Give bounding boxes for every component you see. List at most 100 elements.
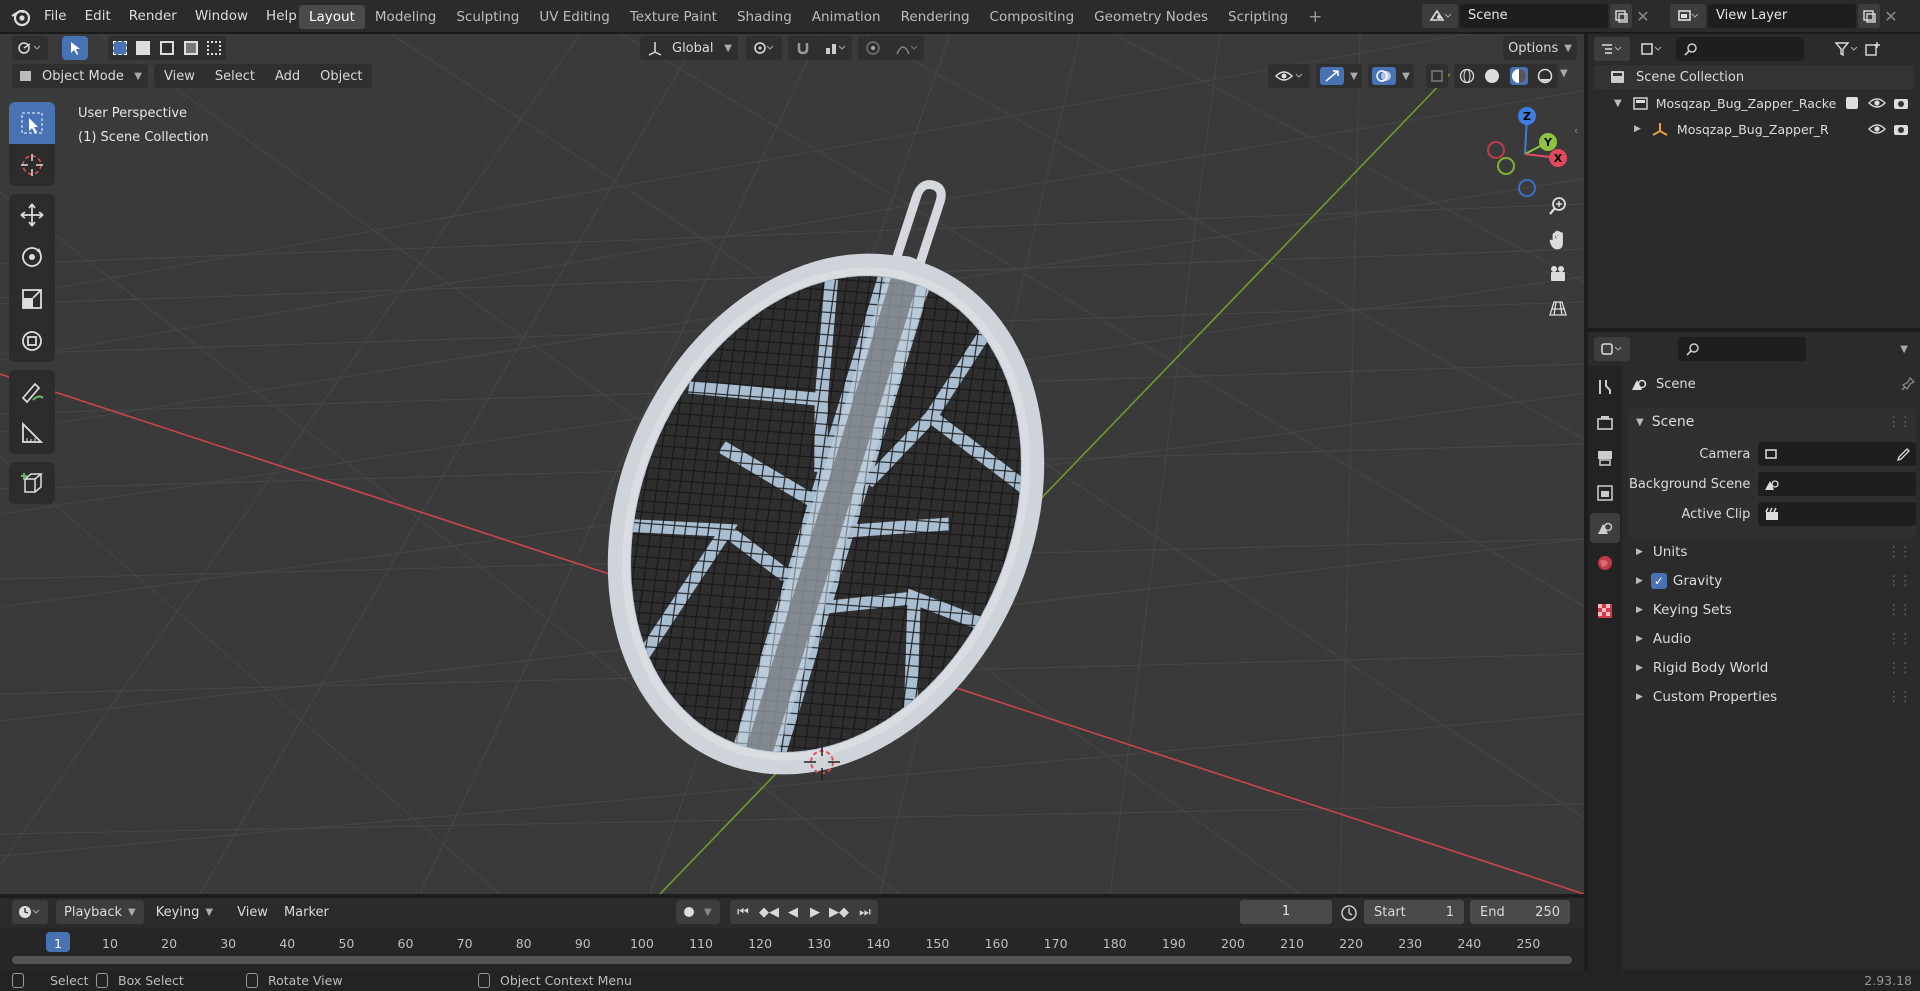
transform-tool-icon[interactable] [9, 320, 55, 362]
snap-target-icon[interactable] [824, 40, 846, 56]
outliner-item-object[interactable]: ▶ Mosqzap_Bug_Zapper_R [1594, 117, 1914, 141]
visibility-dropdown[interactable] [1268, 64, 1310, 88]
prev-keyframe-icon[interactable]: ◆◀ [756, 905, 782, 920]
section-keying-sets[interactable]: ▶ Keying Sets ⋮⋮ [1628, 596, 1916, 624]
scale-tool-icon[interactable] [9, 278, 55, 320]
camera-view-icon[interactable] [1542, 258, 1574, 290]
record-icon[interactable] [684, 907, 694, 917]
preview-range-clock-icon[interactable] [1340, 904, 1358, 922]
solid-shading-icon[interactable] [1484, 68, 1500, 84]
start-frame-field[interactable]: Start 1 [1364, 900, 1464, 924]
output-tab-icon[interactable] [1590, 443, 1620, 473]
tab-modeling[interactable]: Modeling [365, 5, 446, 29]
select-subtract-icon[interactable] [159, 41, 174, 55]
copy-view-layer-icon[interactable] [1858, 4, 1880, 28]
3d-viewport[interactable]: Global ▼ Options ▼ Object Mode ▼ View Se… [0, 34, 1584, 894]
drag-handle-icon[interactable]: ⋮⋮ [1887, 414, 1912, 430]
close-view-layer-icon[interactable]: ✕ [1880, 7, 1902, 26]
neg-y-axis-handle[interactable] [1497, 157, 1515, 175]
mode-dropdown[interactable]: Object Mode ▼ [12, 64, 148, 88]
drag-handle-icon[interactable]: ⋮⋮ [1887, 631, 1912, 647]
editor-type-icon[interactable] [12, 36, 48, 60]
chevron-down-icon[interactable]: ▼ [1900, 344, 1908, 355]
annotate-tool-icon[interactable] [9, 370, 55, 412]
menu-render[interactable]: Render [120, 0, 186, 33]
play-reverse-icon[interactable]: ◀ [782, 905, 804, 920]
navigation-gizmo[interactable]: Z Y X [1480, 104, 1570, 204]
properties-editor-type-icon[interactable] [1594, 337, 1630, 361]
overlays-toggle[interactable]: ▼ [1368, 64, 1414, 88]
add-cube-tool-icon[interactable] [9, 462, 55, 504]
menu-edit[interactable]: Edit [76, 0, 120, 33]
xray-toggle-icon[interactable] [1426, 64, 1448, 88]
view-layer-name-field[interactable]: View Layer [1708, 4, 1856, 28]
select-tool-mode-icon[interactable] [62, 36, 88, 60]
section-custom-properties[interactable]: ▶ Custom Properties ⋮⋮ [1628, 683, 1916, 711]
marker-menu[interactable]: Marker [276, 905, 337, 920]
scene-panel-header[interactable]: ▼ Scene ⋮⋮ [1628, 408, 1916, 436]
drag-handle-icon[interactable]: ⋮⋮ [1887, 660, 1912, 676]
timeline-editor-type-icon[interactable] [12, 900, 48, 924]
section-audio[interactable]: ▶ Audio ⋮⋮ [1628, 625, 1916, 653]
viewport-menu-object[interactable]: Object [310, 69, 372, 84]
playback-menu[interactable]: Playback ▼ [56, 900, 144, 924]
render-camera-icon[interactable] [1892, 122, 1910, 136]
scene-name-field[interactable]: Scene [1460, 4, 1608, 28]
cursor-tool-icon[interactable] [9, 144, 55, 186]
menu-window[interactable]: Window [186, 0, 257, 33]
world-tab-icon[interactable] [1590, 548, 1620, 578]
tab-rendering[interactable]: Rendering [891, 5, 980, 29]
select-intersect-icon[interactable] [207, 41, 222, 55]
section-rigid-body-world[interactable]: ▶ Rigid Body World ⋮⋮ [1628, 654, 1916, 682]
background-scene-field[interactable] [1758, 472, 1916, 496]
transform-orientation-dropdown[interactable]: Global ▼ [640, 36, 738, 60]
drag-handle-icon[interactable]: ⋮⋮ [1887, 689, 1912, 705]
end-frame-field[interactable]: End 250 [1470, 900, 1570, 924]
material-preview-icon[interactable] [1509, 67, 1528, 85]
current-frame-field[interactable]: 1 [1240, 900, 1332, 924]
section-units[interactable]: ▶ Units ⋮⋮ [1628, 538, 1916, 566]
tab-scripting[interactable]: Scripting [1218, 5, 1298, 29]
measure-tool-icon[interactable] [9, 412, 55, 454]
options-dropdown[interactable]: Options ▼ [1503, 36, 1577, 60]
next-keyframe-icon[interactable]: ▶◆ [826, 905, 852, 920]
rotate-tool-icon[interactable] [9, 236, 55, 278]
outliner-search-input[interactable] [1676, 37, 1804, 61]
texture-tab-icon[interactable] [1590, 596, 1620, 626]
viewport-menu-add[interactable]: Add [265, 69, 310, 84]
render-camera-icon[interactable] [1892, 96, 1910, 110]
drag-handle-icon[interactable]: ⋮⋮ [1887, 573, 1912, 589]
new-collection-icon[interactable] [1864, 41, 1882, 57]
drag-handle-icon[interactable]: ⋮⋮ [1887, 544, 1912, 560]
jump-to-start-icon[interactable]: ⏮ [730, 905, 756, 920]
tool-settings-tab-icon[interactable] [1590, 372, 1620, 402]
expand-chevron-icon[interactable]: ▶ [1634, 124, 1641, 134]
properties-search-input[interactable] [1678, 337, 1806, 361]
gizmos-toggle[interactable]: ▼ [1316, 64, 1362, 88]
drag-handle-icon[interactable]: ⋮⋮ [1887, 602, 1912, 618]
copy-scene-icon[interactable] [1610, 4, 1632, 28]
outliner-editor-type-icon[interactable] [1594, 37, 1630, 61]
tab-uv-editing[interactable]: UV Editing [529, 5, 619, 29]
render-tab-icon[interactable] [1590, 408, 1620, 438]
proportional-edit-icon[interactable] [865, 40, 881, 56]
timeline-view-menu[interactable]: View [229, 905, 276, 920]
wireframe-shading-icon[interactable] [1459, 68, 1475, 84]
tab-layout[interactable]: Layout [299, 5, 365, 29]
tab-geometry-nodes[interactable]: Geometry Nodes [1084, 5, 1218, 29]
blender-logo-icon[interactable] [10, 7, 32, 27]
neg-x-axis-handle[interactable] [1487, 141, 1505, 159]
pivot-point-icon[interactable] [746, 36, 782, 60]
outliner-item-collection[interactable]: ▼ Mosqzap_Bug_Zapper_Racke [1594, 91, 1914, 115]
chevron-down-icon[interactable]: ▼ [704, 907, 712, 918]
menu-file[interactable]: File [35, 0, 76, 33]
display-mode-icon[interactable] [1634, 37, 1670, 61]
active-clip-field[interactable] [1758, 502, 1916, 526]
jump-to-end-icon[interactable]: ⏭ [852, 905, 878, 920]
move-tool-icon[interactable] [9, 194, 55, 236]
tab-texture-paint[interactable]: Texture Paint [620, 5, 727, 29]
play-icon[interactable]: ▶ [804, 905, 826, 920]
tab-compositing[interactable]: Compositing [980, 5, 1085, 29]
close-scene-icon[interactable]: ✕ [1632, 7, 1654, 26]
view-layer-tab-icon[interactable] [1590, 478, 1620, 508]
